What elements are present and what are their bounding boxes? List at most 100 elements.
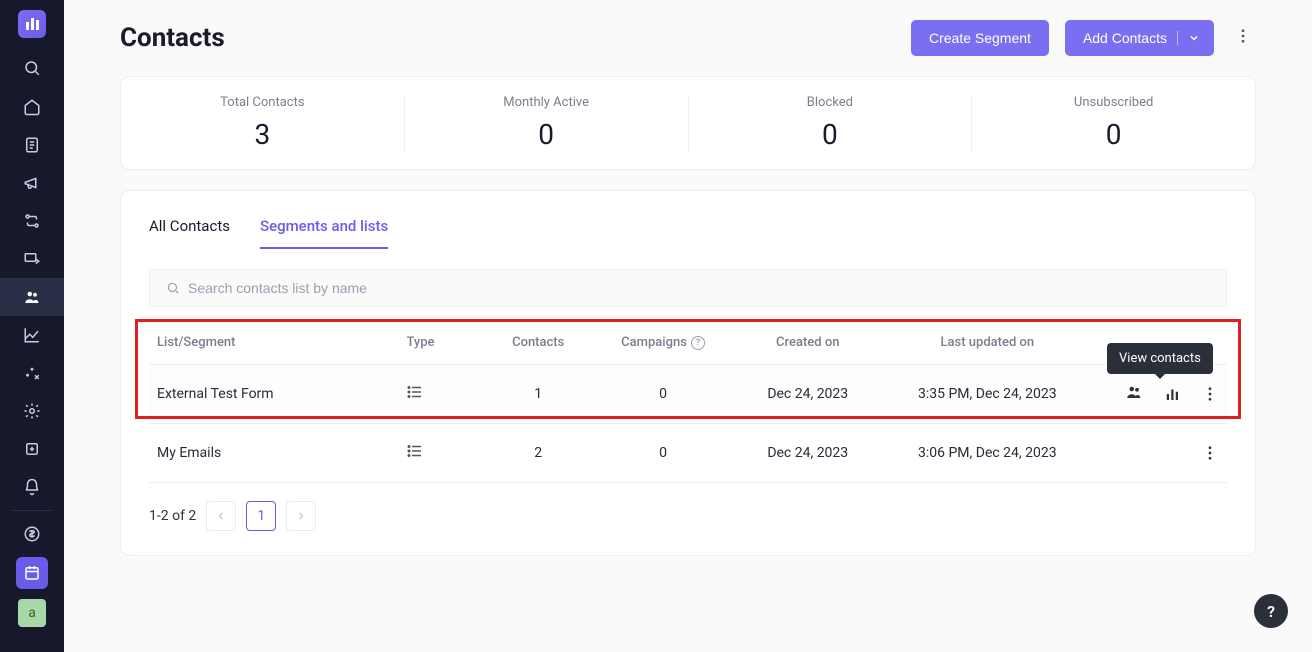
header-actions: Create Segment Add Contacts xyxy=(911,20,1256,56)
stat-blocked: Blocked 0 xyxy=(689,95,973,151)
plugin-icon xyxy=(23,440,41,458)
chevron-left-icon xyxy=(215,510,227,522)
sidebar-item-settings[interactable] xyxy=(0,392,64,430)
header-more-button[interactable] xyxy=(1230,23,1256,53)
left-sidebar: a xyxy=(0,0,64,652)
gear-icon xyxy=(23,402,41,420)
sidebar-item-billing[interactable] xyxy=(0,515,64,553)
people-icon xyxy=(23,288,41,306)
user-avatar[interactable]: a xyxy=(18,599,46,627)
sidebar-item-contacts[interactable] xyxy=(0,278,64,316)
col-header-list-segment: List/Segment xyxy=(149,325,398,365)
button-divider xyxy=(1177,31,1178,45)
sidebar-item-integrations[interactable] xyxy=(0,430,64,468)
cell-name: My Emails xyxy=(149,424,398,483)
stat-unsubscribed: Unsubscribed 0 xyxy=(972,95,1255,151)
cell-contacts: 2 xyxy=(478,424,598,483)
create-segment-button[interactable]: Create Segment xyxy=(911,20,1049,56)
stats-card: Total Contacts 3 Monthly Active 0 Blocke… xyxy=(120,76,1256,170)
dollar-circle-icon xyxy=(23,525,41,543)
pagination-next[interactable] xyxy=(286,501,316,531)
megaphone-icon xyxy=(23,174,41,192)
cell-campaigns: 0 xyxy=(598,365,728,424)
file-icon xyxy=(23,136,41,154)
stat-monthly-active: Monthly Active 0 xyxy=(405,95,689,151)
chevron-down-icon xyxy=(1188,32,1200,44)
search-input[interactable] xyxy=(188,280,1210,296)
sidebar-item-home[interactable] xyxy=(0,88,64,126)
row-actions: View contacts xyxy=(1095,383,1219,405)
content-card: All Contacts Segments and lists List/Seg… xyxy=(120,190,1256,556)
pagination: 1-2 of 2 1 xyxy=(149,501,1227,531)
sidebar-item-notifications[interactable] xyxy=(0,468,64,506)
chart-line-icon xyxy=(23,326,41,344)
help-float-button[interactable]: ? xyxy=(1254,594,1288,628)
sparkle-icon xyxy=(23,364,41,382)
stat-value: 0 xyxy=(972,118,1255,151)
col-header-type: Type xyxy=(398,325,478,365)
sidebar-item-content[interactable] xyxy=(0,126,64,164)
more-vertical-icon[interactable] xyxy=(1201,385,1219,403)
segments-table: List/Segment Type Contacts Campaigns? Cr… xyxy=(149,325,1227,483)
pagination-range: 1-2 of 2 xyxy=(149,508,196,524)
table-row[interactable]: External Test Form 1 0 Dec 24, 2023 3:35… xyxy=(149,365,1227,424)
cell-type xyxy=(398,424,478,483)
table-row[interactable]: My Emails 2 0 Dec 24, 2023 3:06 PM, Dec … xyxy=(149,424,1227,483)
sidebar-search[interactable] xyxy=(0,48,64,88)
calendar-icon xyxy=(23,564,41,582)
home-icon xyxy=(23,98,41,116)
search-bar[interactable] xyxy=(149,269,1227,307)
list-icon xyxy=(406,383,424,401)
help-icon[interactable]: ? xyxy=(691,336,705,350)
app-logo[interactable] xyxy=(18,10,46,38)
list-icon xyxy=(406,442,424,460)
tab-segments-lists[interactable]: Segments and lists xyxy=(260,211,388,249)
stat-label: Unsubscribed xyxy=(972,95,1255,110)
tooltip-view-contacts: View contacts xyxy=(1107,343,1213,374)
stat-value: 0 xyxy=(689,118,972,151)
tab-all-contacts[interactable]: All Contacts xyxy=(149,211,230,249)
col-header-contacts: Contacts xyxy=(478,325,598,365)
sidebar-item-analytics[interactable] xyxy=(0,316,64,354)
cell-campaigns: 0 xyxy=(598,424,728,483)
automation-icon xyxy=(23,212,41,230)
search-icon xyxy=(166,281,180,295)
cell-created-on: Dec 24, 2023 xyxy=(728,365,888,424)
sidebar-divider xyxy=(12,510,52,511)
sidebar-item-campaigns[interactable] xyxy=(0,164,64,202)
view-contacts-icon[interactable] xyxy=(1125,383,1143,401)
sidebar-item-automation[interactable] xyxy=(0,202,64,240)
main-content: Contacts Create Segment Add Contacts Tot… xyxy=(64,0,1312,652)
add-contacts-button[interactable]: Add Contacts xyxy=(1065,20,1214,56)
pagination-page-1[interactable]: 1 xyxy=(246,501,276,531)
screen-icon xyxy=(23,250,41,268)
stat-label: Blocked xyxy=(689,95,972,110)
row-actions xyxy=(1095,444,1219,462)
page-title: Contacts xyxy=(120,23,225,53)
sidebar-item-forms[interactable] xyxy=(0,240,64,278)
stat-total-contacts: Total Contacts 3 xyxy=(121,95,405,151)
cell-contacts: 1 xyxy=(478,365,598,424)
add-contacts-label: Add Contacts xyxy=(1083,30,1167,46)
stat-value: 3 xyxy=(121,118,404,151)
stat-label: Monthly Active xyxy=(405,95,688,110)
search-icon xyxy=(23,59,41,77)
more-vertical-icon xyxy=(1234,27,1252,45)
cell-updated-on: 3:35 PM, Dec 24, 2023 xyxy=(888,365,1088,424)
bell-icon xyxy=(23,478,41,496)
col-header-updated-on: Last updated on xyxy=(888,325,1088,365)
cell-created-on: Dec 24, 2023 xyxy=(728,424,888,483)
page-header: Contacts Create Segment Add Contacts xyxy=(120,20,1256,56)
sidebar-item-magic[interactable] xyxy=(0,354,64,392)
chart-bar-icon[interactable] xyxy=(1163,385,1181,403)
cell-type xyxy=(398,365,478,424)
more-vertical-icon[interactable] xyxy=(1201,444,1219,462)
table-wrap: List/Segment Type Contacts Campaigns? Cr… xyxy=(149,325,1227,483)
tabs: All Contacts Segments and lists xyxy=(149,211,1227,249)
cell-updated-on: 3:06 PM, Dec 24, 2023 xyxy=(888,424,1088,483)
cell-name: External Test Form xyxy=(149,365,398,424)
sidebar-item-calendar[interactable] xyxy=(16,557,48,589)
stat-value: 0 xyxy=(405,118,688,151)
pagination-prev[interactable] xyxy=(206,501,236,531)
col-header-created-on: Created on xyxy=(728,325,888,365)
